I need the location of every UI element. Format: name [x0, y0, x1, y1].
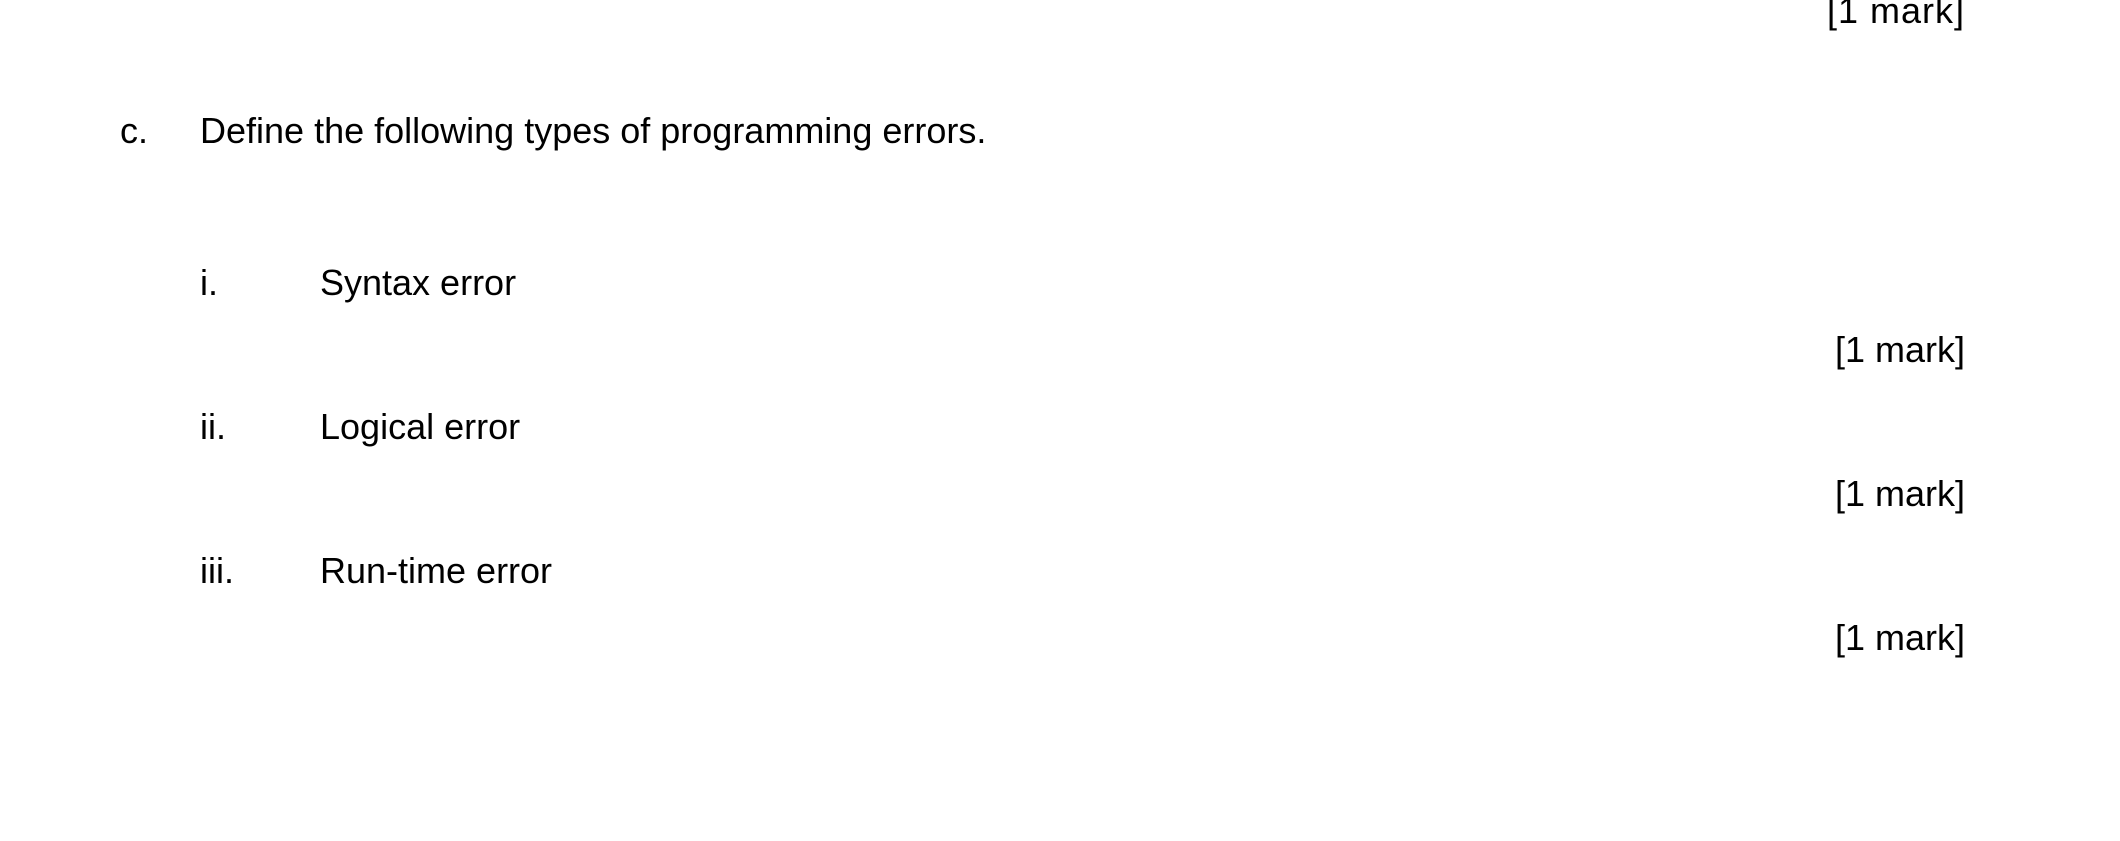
- cutoff-mark-fragment: [1 mark]: [1827, 0, 1965, 32]
- question-letter: c.: [120, 110, 200, 152]
- sub-item-text: Run-time error: [320, 550, 552, 592]
- mark-allocation: [1 mark]: [200, 617, 1965, 659]
- sub-item: iii. Run-time error [1 mark]: [200, 550, 1965, 659]
- sub-item: i. Syntax error [1 mark]: [200, 262, 1965, 371]
- mark-allocation: [1 mark]: [200, 329, 1965, 371]
- question-text: Define the following types of programmin…: [200, 110, 986, 152]
- mark-allocation: [1 mark]: [200, 473, 1965, 515]
- sub-item-numeral: iii.: [200, 550, 320, 592]
- sub-item-row: ii. Logical error: [200, 406, 1965, 448]
- sub-item-text: Syntax error: [320, 262, 516, 304]
- sub-items-list: i. Syntax error [1 mark] ii. Logical err…: [120, 262, 1965, 659]
- sub-item-row: i. Syntax error: [200, 262, 1965, 304]
- sub-item-row: iii. Run-time error: [200, 550, 1965, 592]
- sub-item-numeral: i.: [200, 262, 320, 304]
- question-heading-row: c. Define the following types of program…: [120, 110, 1965, 152]
- sub-item-text: Logical error: [320, 406, 520, 448]
- question-content: c. Define the following types of program…: [0, 0, 2120, 659]
- sub-item: ii. Logical error [1 mark]: [200, 406, 1965, 515]
- sub-item-numeral: ii.: [200, 406, 320, 448]
